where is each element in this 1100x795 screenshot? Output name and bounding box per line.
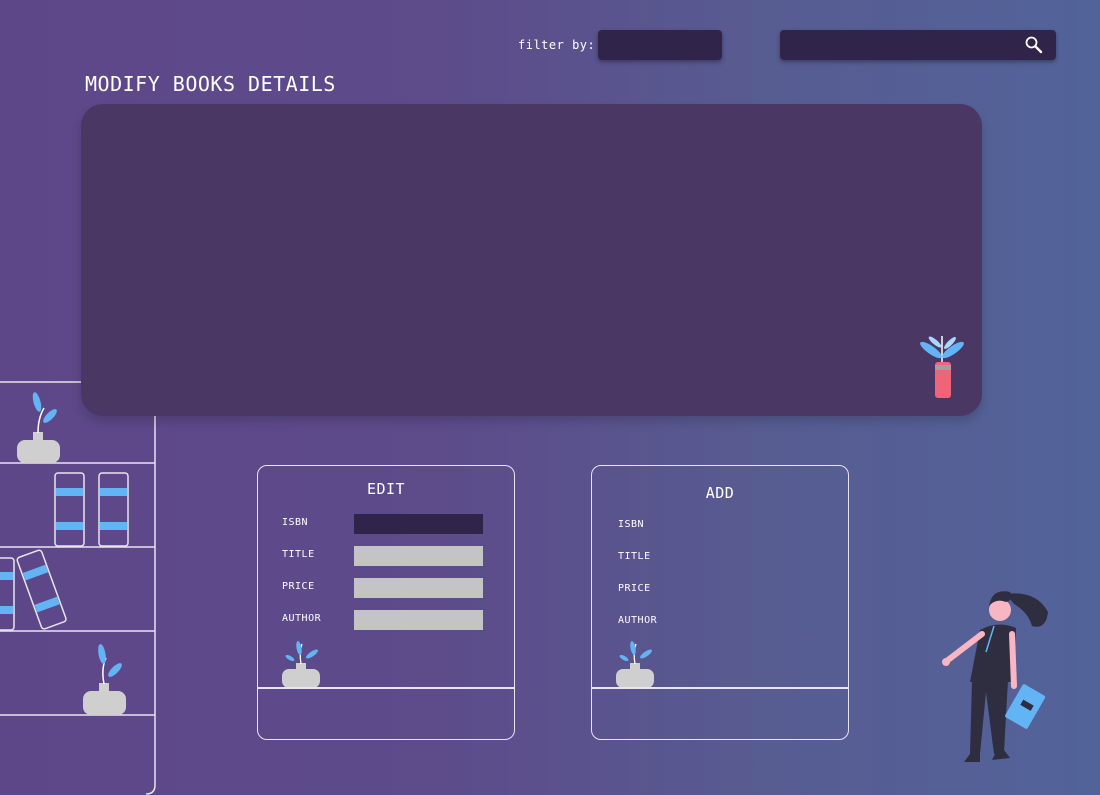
- filter-select[interactable]: [598, 30, 722, 60]
- edit-price-input[interactable]: [354, 578, 483, 598]
- edit-isbn-input[interactable]: [354, 514, 483, 534]
- edit-title-label: TITLE: [282, 549, 315, 560]
- edit-price-label: PRICE: [282, 581, 315, 592]
- potted-plant-illustration: [920, 336, 964, 398]
- add-title-label: TITLE: [618, 551, 651, 562]
- search-box[interactable]: [780, 30, 1056, 62]
- vase-plant-icon: [616, 641, 654, 688]
- edit-title-input[interactable]: [354, 546, 483, 566]
- edit-form-title: EDIT: [366, 480, 406, 498]
- vase-plant-icon: [282, 641, 320, 688]
- add-form-card: ADD ISBN TITLE PRICE AUTHOR: [591, 465, 849, 740]
- add-card-divider: [592, 687, 848, 689]
- edit-author-label: AUTHOR: [282, 613, 322, 624]
- edit-form-card: EDIT ISBN TITLE PRICE AUTHOR: [257, 465, 515, 740]
- edit-card-divider: [258, 687, 514, 689]
- bookshelf-illustration: [0, 381, 156, 795]
- woman-reading-illustration: [942, 591, 1048, 762]
- add-price-label: PRICE: [618, 583, 651, 594]
- add-isbn-label: ISBN: [618, 519, 645, 530]
- add-form-title: ADD: [705, 484, 735, 502]
- filter-label: filter by:: [518, 38, 596, 52]
- books-list-panel: [81, 104, 982, 416]
- page-title: MODIFY BOOKS DETAILS: [85, 72, 336, 96]
- search-icon[interactable]: [1024, 35, 1044, 55]
- search-input[interactable]: [788, 30, 1020, 62]
- edit-isbn-label: ISBN: [282, 517, 309, 528]
- add-author-label: AUTHOR: [618, 615, 658, 626]
- edit-author-input[interactable]: [354, 610, 483, 630]
